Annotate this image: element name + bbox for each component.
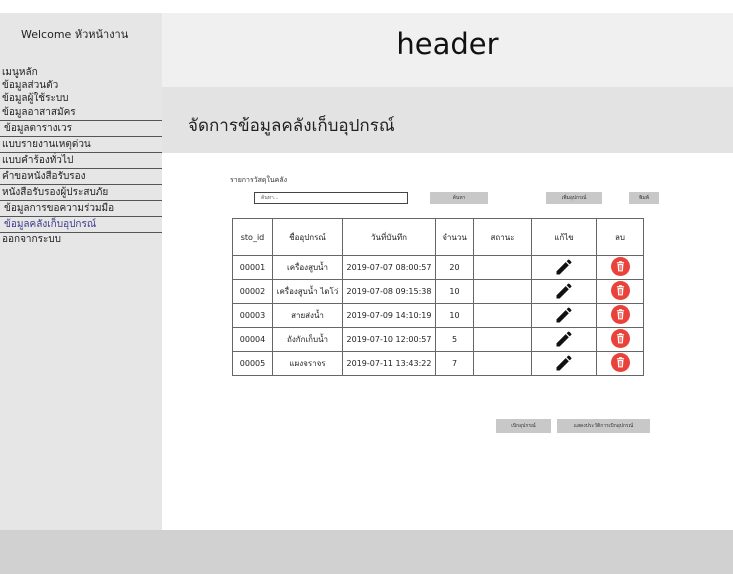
column-header: วันที่บันทึก — [342, 218, 436, 256]
sidebar-item-certificate-request[interactable]: คำขอหนังสือรับรอง — [0, 169, 162, 185]
page-title: จัดการข้อมูลคลังเก็บอุปกรณ์ — [188, 116, 395, 136]
cell-delete — [596, 303, 644, 328]
cell-edit — [531, 351, 597, 376]
sidebar-item-victim-certificate[interactable]: หนังสือรับรองผู้ประสบภัย — [0, 185, 162, 201]
cell-name: เครื่องสูบน้ำ ไดโว่ — [272, 279, 343, 304]
cell-name: สายส่งน้ำ — [272, 303, 343, 328]
table-row: 00005 แผงจราจร 2019-07-11 13:43:22 7 — [232, 351, 644, 376]
table-row: 00003 สายส่งน้ำ 2019-07-09 14:10:19 10 — [232, 303, 644, 328]
cell-name: แผงจราจร — [272, 351, 343, 376]
cell-delete — [596, 279, 644, 304]
column-header: ลบ — [596, 218, 644, 256]
cell-id: 00003 — [232, 303, 273, 328]
cell-id: 00002 — [232, 279, 273, 304]
cell-status — [473, 327, 532, 352]
cell-edit — [531, 255, 597, 280]
cell-status — [473, 279, 532, 304]
trash-icon[interactable] — [610, 257, 630, 276]
sidebar-item-cooperation[interactable]: ข้อมูลการขอความร่วมมือ — [0, 201, 162, 217]
sidebar: Welcome หัวหน้างาน เมนูหลัก ข้อมูลส่วนตั… — [0, 13, 162, 530]
welcome-text: Welcome หัวหน้างาน — [21, 28, 129, 41]
sidebar-item-schedule[interactable]: ข้อมูลตารางเวร — [0, 121, 162, 137]
cell-status — [473, 255, 532, 280]
sidebar-item-equipment-storage[interactable]: ข้อมูลคลังเก็บอุปกรณ์ — [0, 217, 162, 233]
column-header: sto_id — [232, 218, 273, 256]
borrow-history-button[interactable]: แสดงประวัติการเบิกอุปกรณ์ — [557, 419, 650, 433]
cell-delete — [596, 351, 644, 376]
sidebar-item-general-request[interactable]: แบบคำร้องทั่วไป — [0, 153, 162, 169]
cell-id: 00004 — [232, 327, 273, 352]
column-header: ชื่ออุปกรณ์ — [272, 218, 343, 256]
trash-icon[interactable] — [610, 281, 630, 300]
cell-qty: 5 — [435, 327, 474, 352]
cell-status — [473, 303, 532, 328]
pencil-icon[interactable] — [554, 329, 574, 349]
pencil-icon[interactable] — [554, 305, 574, 325]
sidebar-item-logout[interactable]: ออกจากระบบ — [0, 233, 162, 246]
cell-name: เครื่องสูบน้ำ — [272, 255, 343, 280]
list-label: รายการวัสดุในคลัง — [230, 176, 288, 184]
main-content: รายการวัสดุในคลัง ค้นหา... ค้นหา เพิ่มอุ… — [162, 153, 733, 530]
table-row: 00002 เครื่องสูบน้ำ ไดโว่ 2019-07-08 09:… — [232, 279, 644, 304]
sidebar-menu: เมนูหลัก ข้อมูลส่วนตัว ข้อมูลผู้ใช้ระบบ … — [0, 66, 162, 246]
trash-icon[interactable] — [610, 305, 630, 324]
column-header: สถานะ — [473, 218, 532, 256]
column-header: จำนวน — [435, 218, 474, 256]
table-row: 00001 เครื่องสูบน้ำ 2019-07-07 08:00:57 … — [232, 255, 644, 280]
sidebar-item-volunteers[interactable]: ข้อมูลอาสาสมัคร — [0, 105, 162, 121]
table-header-row: sto_id ชื่ออุปกรณ์ วันที่บันทึก จำนวน สถ… — [232, 218, 644, 256]
cell-delete — [596, 255, 644, 280]
cell-id: 00005 — [232, 351, 273, 376]
pencil-icon[interactable] — [554, 353, 574, 373]
search-input[interactable]: ค้นหา... — [254, 192, 408, 204]
trash-icon[interactable] — [610, 353, 630, 372]
cell-qty: 10 — [435, 303, 474, 328]
header-title: header — [396, 27, 499, 61]
cell-edit — [531, 303, 597, 328]
trash-icon[interactable] — [610, 329, 630, 348]
cell-qty: 10 — [435, 279, 474, 304]
print-button[interactable]: พิมพ์ — [629, 192, 659, 204]
cell-date: 2019-07-11 13:43:22 — [342, 351, 436, 376]
page-title-band: จัดการข้อมูลคลังเก็บอุปกรณ์ — [162, 87, 733, 153]
cell-status — [473, 351, 532, 376]
add-equipment-button[interactable]: เพิ่มอุปกรณ์ — [546, 192, 602, 204]
footer — [0, 530, 733, 574]
cell-edit — [531, 327, 597, 352]
column-header: แก้ไข — [531, 218, 597, 256]
sidebar-item-users[interactable]: ข้อมูลผู้ใช้ระบบ — [0, 92, 162, 105]
cell-edit — [531, 279, 597, 304]
table-row: 00004 ถังกักเก็บน้ำ 2019-07-10 12:00:57 … — [232, 327, 644, 352]
cell-date: 2019-07-10 12:00:57 — [342, 327, 436, 352]
cell-id: 00001 — [232, 255, 273, 280]
search-button[interactable]: ค้นหา — [430, 192, 488, 204]
pencil-icon[interactable] — [554, 257, 574, 277]
header: header — [162, 13, 733, 87]
cell-delete — [596, 327, 644, 352]
cell-date: 2019-07-09 14:10:19 — [342, 303, 436, 328]
cell-qty: 7 — [435, 351, 474, 376]
sidebar-item-profile[interactable]: ข้อมูลส่วนตัว — [0, 79, 162, 92]
cell-date: 2019-07-07 08:00:57 — [342, 255, 436, 280]
equipment-table: sto_id ชื่ออุปกรณ์ วันที่บันทึก จำนวน สถ… — [232, 218, 644, 376]
sidebar-item-emergency-report[interactable]: แบบรายงานเหตุด่วน — [0, 137, 162, 153]
pencil-icon[interactable] — [554, 281, 574, 301]
sidebar-item-main-menu[interactable]: เมนูหลัก — [0, 66, 162, 79]
borrow-equipment-button[interactable]: เบิกอุปกรณ์ — [496, 419, 551, 433]
cell-date: 2019-07-08 09:15:38 — [342, 279, 436, 304]
cell-name: ถังกักเก็บน้ำ — [272, 327, 343, 352]
cell-qty: 20 — [435, 255, 474, 280]
